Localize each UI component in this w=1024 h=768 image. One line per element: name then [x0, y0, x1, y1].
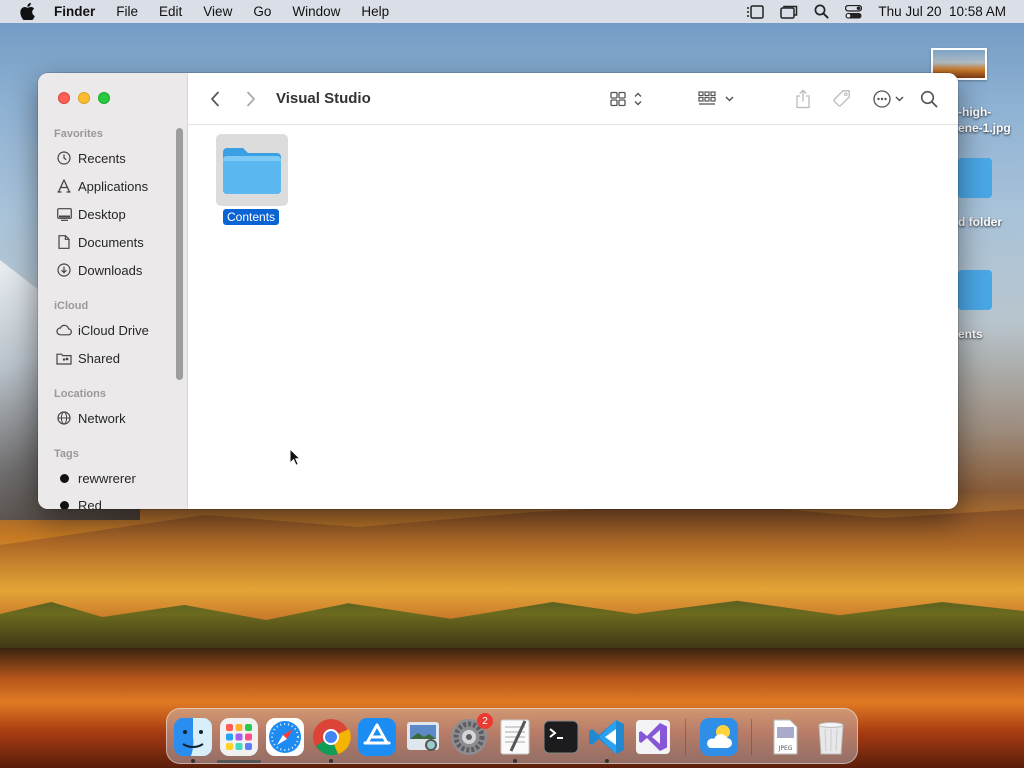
dock-launchpad-icon[interactable]: [217, 715, 261, 759]
close-window-button[interactable]: [58, 92, 70, 104]
launchpad-progress-indicator: [217, 760, 261, 763]
sidebar-item-documents[interactable]: Documents: [56, 232, 144, 252]
folder-item-contents[interactable]: Contents: [216, 134, 288, 226]
desktop-contents-label[interactable]: ents: [958, 327, 983, 341]
sidebar-item-label: Red: [78, 497, 102, 510]
apple-menu-icon[interactable]: [18, 3, 36, 21]
sidebar-tag-rewwrerer[interactable]: rewwrerer: [56, 468, 136, 488]
menu-help[interactable]: Help: [361, 4, 389, 19]
screen-mirroring-icon[interactable]: [780, 5, 798, 19]
sidebar-item-label: Downloads: [78, 262, 143, 278]
file-browser-content[interactable]: Contents: [188, 125, 958, 509]
sidebar-item-desktop[interactable]: Desktop: [56, 204, 126, 224]
dock-terminal-icon[interactable]: [539, 715, 583, 759]
sidebar-item-label: iCloud Drive: [78, 322, 149, 338]
menu-file[interactable]: File: [116, 4, 138, 19]
sidebar-section-locations: Locations: [54, 388, 106, 400]
dock-separator: [685, 719, 686, 755]
shared-folder-icon: [56, 350, 72, 366]
dock-separator: [751, 719, 752, 755]
zoom-window-button[interactable]: [98, 92, 110, 104]
sidebar-section-icloud: iCloud: [54, 300, 89, 312]
applications-icon: [56, 178, 72, 194]
globe-icon: [56, 410, 72, 426]
menu-bar: Finder File Edit View Go Window Help Thu…: [0, 0, 1024, 23]
finder-sidebar: Favorites Recents Applications Desktop D…: [38, 73, 188, 509]
sidebar-scrollbar[interactable]: [176, 128, 183, 380]
dock-preview-icon[interactable]: [401, 715, 445, 759]
tag-icon[interactable]: [829, 87, 855, 111]
share-icon[interactable]: [792, 87, 814, 111]
sidebar-tag-red[interactable]: Red: [56, 495, 102, 509]
menu-edit[interactable]: Edit: [159, 4, 182, 19]
clock-icon: [56, 150, 72, 166]
folder-icon[interactable]: [216, 134, 288, 206]
sidebar-item-icloud-drive[interactable]: iCloud Drive: [56, 320, 149, 340]
more-actions-ellipsis-icon[interactable]: [872, 87, 912, 111]
window-controls: [58, 92, 110, 104]
window-title: Visual Studio: [276, 90, 371, 107]
finder-window: Favorites Recents Applications Desktop D…: [38, 73, 958, 509]
desktop-contents-folder-icon[interactable]: [958, 270, 992, 310]
menu-app-name[interactable]: Finder: [54, 4, 95, 19]
dock-app-store-icon[interactable]: [355, 715, 399, 759]
sidebar-item-label: Shared: [78, 350, 120, 366]
desktop-icon: [56, 206, 72, 222]
tag-dot-icon: [60, 473, 69, 483]
forward-chevron-icon[interactable]: [242, 87, 260, 111]
sidebar-item-label: Applications: [78, 178, 149, 194]
running-indicator: [191, 759, 195, 763]
sidebar-item-network[interactable]: Network: [56, 408, 126, 428]
sidebar-section-tags: Tags: [54, 448, 79, 460]
download-icon: [56, 262, 72, 278]
dock: 2 JPEG: [166, 708, 858, 764]
running-indicator: [329, 759, 333, 763]
finder-toolbar: Visual Studio: [188, 73, 958, 125]
document-icon: [56, 234, 72, 250]
sidebar-item-label: rewwrerer: [78, 470, 136, 486]
dock-vscode-icon[interactable]: [585, 715, 629, 759]
back-chevron-icon[interactable]: [206, 87, 224, 111]
dock-safari-icon[interactable]: [263, 715, 307, 759]
desktop-folder-label[interactable]: d folder: [958, 215, 1002, 229]
sidebar-item-label: Recents: [78, 150, 126, 166]
sidebar-item-recents[interactable]: Recents: [56, 148, 126, 168]
sidebar-item-shared[interactable]: Shared: [56, 348, 120, 368]
dock-visual-studio-icon[interactable]: [631, 715, 675, 759]
dock-jpeg-file-icon[interactable]: JPEG: [763, 715, 807, 759]
dock-system-settings-icon[interactable]: 2: [447, 713, 493, 759]
group-by-icon[interactable]: [696, 87, 738, 111]
sidebar-item-downloads[interactable]: Downloads: [56, 260, 142, 280]
search-icon[interactable]: [918, 87, 940, 111]
running-indicator: [605, 759, 609, 763]
menu-view[interactable]: View: [203, 4, 232, 19]
tag-dot-icon: [60, 500, 69, 509]
sidebar-section-favorites: Favorites: [54, 128, 103, 140]
folder-name-label[interactable]: Contents: [223, 209, 280, 225]
desktop-image-label[interactable]: -high- ene-1.jpg: [958, 104, 1011, 136]
control-center-icon[interactable]: [845, 4, 863, 19]
sidebar-item-applications[interactable]: Applications: [56, 176, 148, 196]
stage-manager-icon[interactable]: [746, 4, 765, 19]
dock-trash-icon[interactable]: [809, 715, 853, 759]
sidebar-item-label: Desktop: [78, 206, 126, 222]
dock-finder-icon[interactable]: [171, 715, 215, 759]
menu-clock[interactable]: Thu Jul 20 10:58 AM: [878, 4, 1006, 19]
menu-go[interactable]: Go: [253, 4, 271, 19]
sidebar-item-label: Network: [78, 410, 126, 426]
dock-textedit-icon[interactable]: [493, 715, 537, 759]
minimize-window-button[interactable]: [78, 92, 90, 104]
mouse-pointer-icon: [289, 447, 302, 471]
notification-badge: 2: [477, 713, 493, 729]
menu-window[interactable]: Window: [292, 4, 340, 19]
dock-weather-icon[interactable]: [697, 715, 741, 759]
view-mode-grid-icon[interactable]: [608, 87, 646, 111]
svg-text:JPEG: JPEG: [778, 745, 793, 752]
dock-chrome-icon[interactable]: [309, 715, 353, 759]
running-indicator: [513, 759, 517, 763]
cloud-icon: [56, 322, 72, 338]
sidebar-item-label: Documents: [78, 234, 144, 250]
spotlight-search-icon[interactable]: [814, 4, 829, 19]
desktop-folder-icon[interactable]: [958, 158, 992, 198]
